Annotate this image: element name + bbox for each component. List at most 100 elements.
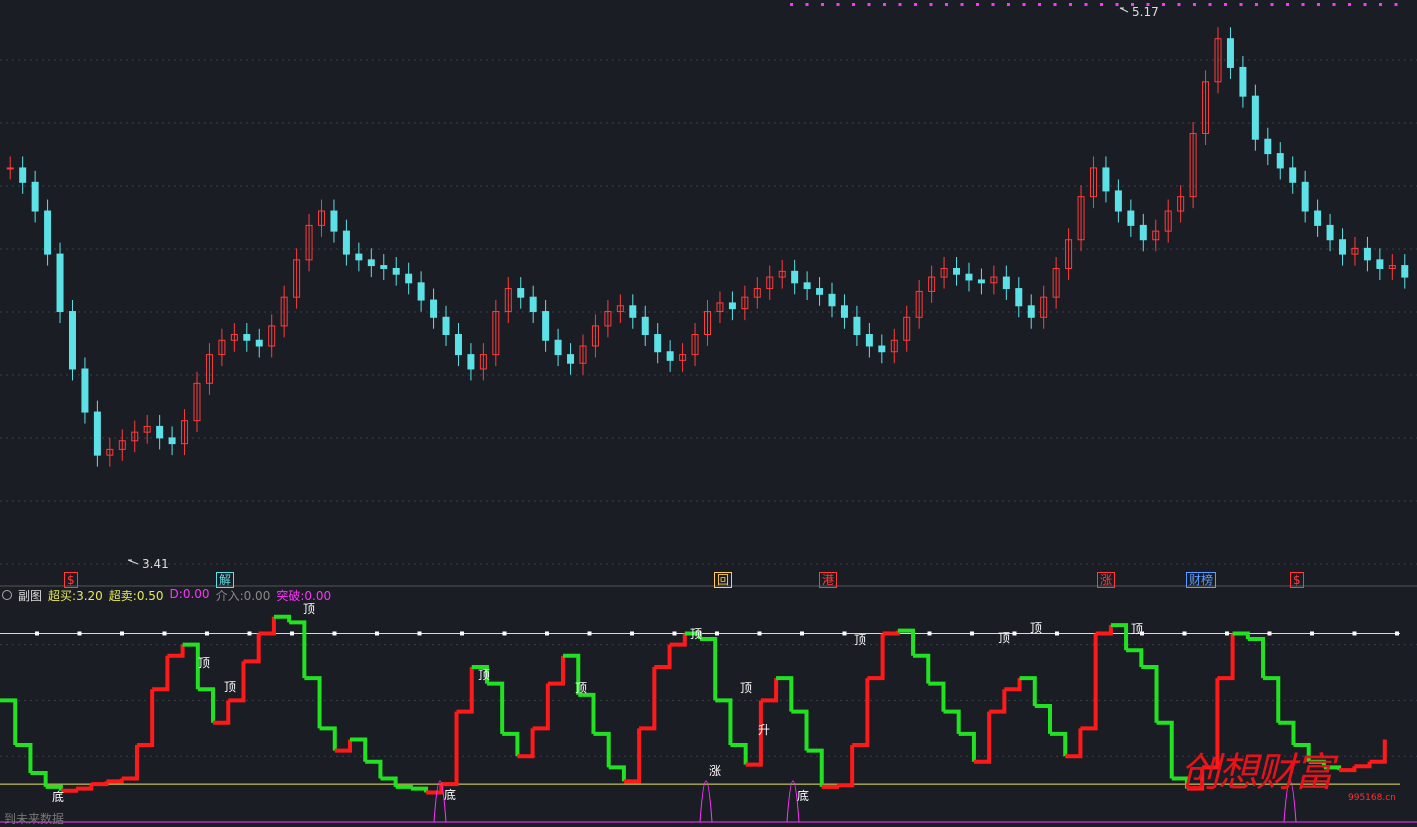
oscillator-segment	[806, 748, 824, 787]
marker-zhang[interactable]: 涨	[1097, 572, 1116, 588]
overbought-marker	[1395, 631, 1399, 636]
oscillator-segment	[517, 728, 535, 759]
oscillator-segment	[943, 709, 961, 734]
oscillator-segment	[213, 700, 231, 725]
signal-label: 顶	[303, 602, 315, 616]
marker-gang[interactable]: 港	[819, 572, 838, 588]
oscillator-segment	[502, 731, 520, 757]
oscillator-segment	[167, 644, 185, 658]
overbought-marker	[1225, 631, 1229, 636]
signal-dot	[1239, 3, 1243, 6]
sub-chart-title[interactable]: 副图	[18, 587, 42, 604]
signal-dot	[976, 3, 979, 6]
candle-body	[156, 425, 164, 439]
oscillator-segment	[1141, 664, 1159, 723]
legend-item: D: 0.00	[170, 587, 210, 604]
candle-body	[243, 334, 251, 341]
signal-dot	[867, 3, 871, 6]
candle-body	[1314, 210, 1322, 226]
signal-label: 底	[444, 787, 456, 802]
oscillator-segment	[91, 781, 109, 787]
candle-body	[529, 296, 537, 313]
signal-label: 顶	[478, 668, 490, 682]
oscillator-segment	[350, 737, 368, 762]
legend-value: 0.00	[243, 588, 271, 603]
oscillator-segment	[882, 630, 900, 636]
candle-body	[1002, 276, 1010, 290]
signal-dot	[1193, 3, 1196, 6]
signal-label: 升	[758, 723, 770, 737]
signal-dot	[1115, 3, 1119, 6]
oscillator-segment	[821, 784, 839, 789]
candle-body	[1102, 167, 1110, 192]
overbought-marker	[162, 631, 167, 636]
overbought-marker	[672, 631, 677, 636]
watermark-url: 995168.cn	[1348, 793, 1396, 803]
oscillator-segment	[836, 745, 855, 788]
candle-body	[19, 167, 27, 183]
oscillator-segment	[623, 728, 642, 784]
signal-dot	[1301, 3, 1305, 6]
signal-dot	[1084, 3, 1088, 6]
legend-item: 突破: 0.00	[276, 587, 331, 604]
signal-dot	[914, 3, 917, 6]
legend-label: 突破:	[276, 588, 305, 603]
signal-label: 涨	[709, 763, 721, 778]
marker-s2[interactable]: $	[1290, 572, 1304, 588]
oscillator-segment	[121, 745, 139, 781]
signal-dot	[1317, 3, 1320, 6]
signal-dot	[1332, 3, 1336, 6]
signal-dot	[1007, 3, 1010, 6]
legend-label: 超卖:	[108, 588, 137, 603]
signal-dot	[929, 3, 933, 6]
oscillator-segment	[730, 743, 748, 765]
candle-body	[342, 230, 350, 255]
signal-dot	[960, 3, 964, 6]
candle-body	[1301, 181, 1309, 212]
signal-label: 顶	[1030, 621, 1042, 635]
signal-dot	[790, 3, 793, 6]
signal-dot	[1394, 3, 1398, 6]
candle-body	[168, 437, 176, 445]
marker-caibang[interactable]: 财榜	[1186, 572, 1217, 588]
signal-dot	[898, 3, 902, 6]
signal-dot	[1363, 3, 1367, 6]
oscillator-segment	[1232, 631, 1250, 640]
oscillator-segment	[365, 759, 383, 779]
signal-label: 底	[52, 789, 64, 804]
price-low-label: 3.41	[142, 557, 169, 571]
candle-body	[68, 311, 76, 370]
oscillator-segment	[913, 653, 931, 684]
overbought-marker	[502, 631, 507, 636]
overbought-marker	[630, 631, 634, 636]
marker-hui[interactable]: 回	[714, 572, 733, 588]
signal-dot	[991, 3, 995, 6]
oscillator-segment	[395, 784, 413, 789]
oscillator-segment	[243, 633, 261, 664]
oscillator-segment	[1080, 633, 1098, 731]
signal-label: 顶	[690, 627, 702, 641]
candle-body	[1114, 190, 1122, 212]
signal-dot	[805, 3, 809, 6]
signal-label: 顶	[198, 656, 210, 670]
oscillator-segment	[441, 711, 459, 787]
signal-label: 顶	[998, 631, 1010, 645]
overbought-marker	[460, 631, 464, 636]
overbought-marker	[35, 631, 39, 636]
legend-value: 0.50	[136, 588, 164, 603]
oscillator-segment	[593, 731, 611, 768]
signal-dot	[945, 3, 948, 6]
candle-body	[654, 334, 662, 353]
legend-dot-icon[interactable]	[2, 590, 12, 600]
overbought-marker	[1182, 631, 1187, 636]
candle-body	[554, 339, 562, 356]
signal-dot	[1208, 3, 1212, 6]
candle-body	[31, 181, 39, 212]
oscillator-segment	[973, 711, 992, 764]
oscillator-segment	[380, 776, 398, 787]
candle-body	[1264, 138, 1272, 155]
candle-body	[567, 354, 575, 364]
oscillator-series	[0, 614, 1387, 823]
footer-text: 到未来数据	[4, 812, 65, 826]
signal-label: 顶	[854, 633, 866, 647]
